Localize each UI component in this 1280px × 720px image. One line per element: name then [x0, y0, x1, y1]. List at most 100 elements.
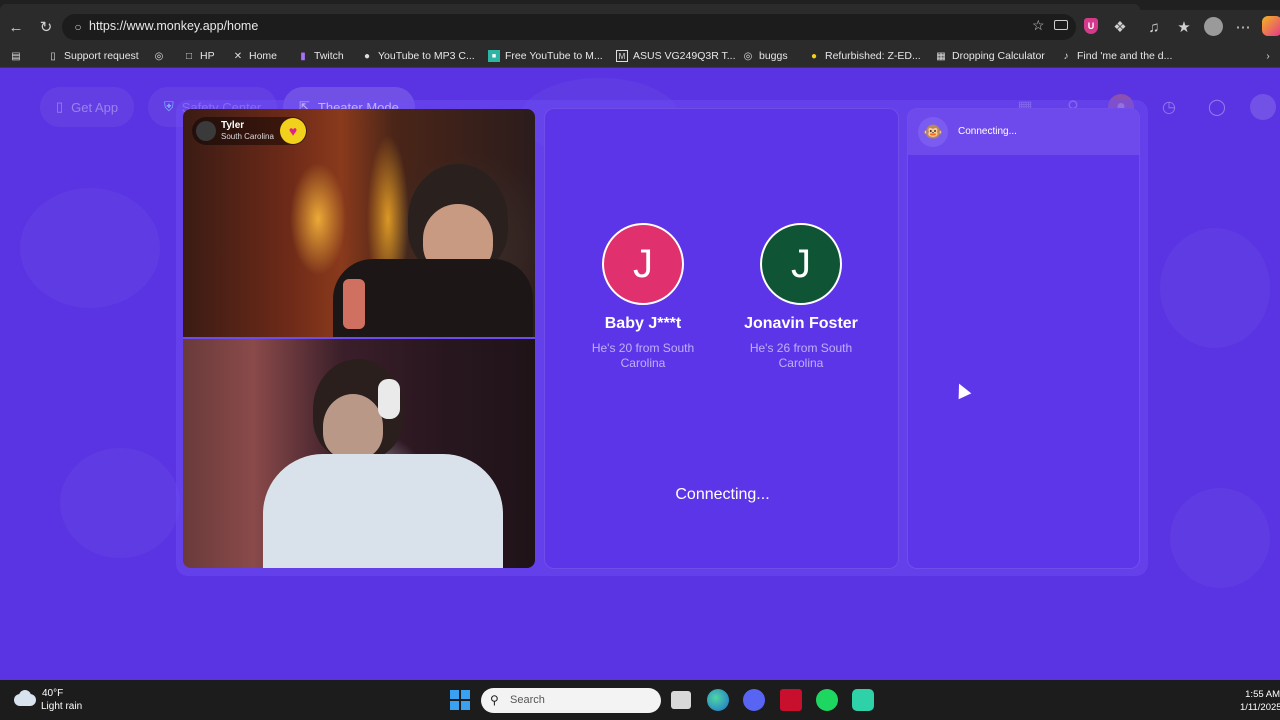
- search-placeholder: Search: [510, 694, 545, 706]
- match-description: He's 26 from South Carolina: [749, 341, 853, 370]
- ticket-icon: ▯: [50, 50, 56, 62]
- favorites-icon[interactable]: ★: [1172, 15, 1196, 39]
- weather-cloud-icon[interactable]: [14, 690, 36, 708]
- more-menu-icon[interactable]: ⋯: [1231, 15, 1255, 39]
- clock-time: 1:55 AM: [1245, 689, 1280, 700]
- bookmark-label: Support request: [64, 50, 139, 62]
- bookmark-label: HP: [200, 50, 215, 62]
- chevron-right-icon: ›: [1266, 50, 1270, 62]
- file-explorer-icon[interactable]: [671, 691, 691, 709]
- history-icon[interactable]: ◷: [1156, 94, 1182, 120]
- bookmark-label: Twitch: [314, 50, 344, 62]
- shield-icon: ⛨: [164, 99, 174, 114]
- remote-user-avatar: [196, 121, 216, 141]
- local-video: [183, 339, 535, 568]
- chat-panel: 🐵 Connecting...: [907, 108, 1140, 569]
- taskbar: 40°F Light rain ⚲ Search 1:55 AM 1/11/20…: [0, 680, 1280, 720]
- match-card[interactable]: J Baby J***t He's 20 from South Carolina: [568, 223, 718, 371]
- bookmark-item[interactable]: ▦ Dropping Calculator: [935, 44, 1045, 68]
- bookmark-item[interactable]: ◎ buggs: [742, 44, 788, 68]
- camera-in-use-icon[interactable]: [1054, 20, 1068, 30]
- twitch-icon: ▮: [300, 50, 306, 62]
- bookmarks-overflow[interactable]: ›: [1262, 44, 1274, 68]
- bookmark-item[interactable]: ▮ Twitch: [297, 44, 344, 68]
- globe-icon: ◎: [743, 50, 753, 62]
- x-icon: ✕: [233, 50, 243, 62]
- match-card[interactable]: J Jonavin Foster He's 26 from South Caro…: [726, 223, 876, 371]
- reading-list-icon: ▤: [11, 50, 21, 62]
- clock-date: 1/11/2025: [1240, 702, 1280, 713]
- copilot-icon[interactable]: [1262, 16, 1280, 36]
- bookmark-item[interactable]: ♪ Find 'me and the d...: [1060, 44, 1173, 68]
- messages-icon[interactable]: ◯: [1204, 94, 1230, 120]
- bookmark-label: YouTube to MP3 C...: [378, 50, 475, 62]
- system-clock[interactable]: 1:55 AM 1/11/2025: [1240, 688, 1280, 714]
- bookmark-label: ASUS VG249Q3R T...: [633, 50, 736, 62]
- heart-icon[interactable]: ♥: [280, 118, 306, 144]
- chat-status: Connecting...: [958, 126, 1017, 137]
- bookmark-label: Refurbished: Z-ED...: [825, 50, 921, 62]
- refresh-icon[interactable]: ↻: [34, 15, 58, 39]
- bookmarks-bar: ▤ ▯ Support request ◎ □ HP ✕ Home ▮ Twitch ●…: [0, 44, 1280, 68]
- profile-avatar[interactable]: [1250, 94, 1276, 120]
- bookmark-label: buggs: [759, 50, 788, 62]
- bookmark-label: Free YouTube to M...: [505, 50, 603, 62]
- remote-lamp: [343, 279, 365, 329]
- url-text[interactable]: https://www.monkey.app/home: [89, 19, 258, 33]
- extension-badge-icon[interactable]: U: [1084, 18, 1098, 34]
- back-arrow-icon[interactable]: ←: [4, 15, 28, 39]
- xbox-game-icon[interactable]: [780, 689, 802, 711]
- bookmark-item[interactable]: M ASUS VG249Q3R T...: [616, 44, 736, 68]
- edge-browser-icon[interactable]: [707, 689, 729, 711]
- site-icon: M: [616, 50, 628, 62]
- address-bar[interactable]: ○ https://www.monkey.app/home ☆: [62, 14, 1076, 40]
- browser-toolbar: ← ↻ ○ https://www.monkey.app/home ☆ U ❖ …: [0, 10, 1280, 44]
- background-blob: [20, 188, 160, 308]
- folder-icon: □: [185, 50, 193, 62]
- bookmark-item[interactable]: ● YouTube to MP3 C...: [361, 44, 475, 68]
- connecting-status: Connecting...: [675, 486, 770, 503]
- site-icon: ■: [488, 50, 500, 62]
- taskbar-search[interactable]: ⚲ Search: [481, 688, 661, 713]
- favorite-star-icon[interactable]: ☆: [1032, 17, 1045, 34]
- headphones: [378, 379, 400, 419]
- calculator-icon: ▦: [936, 50, 946, 62]
- background-blob: [60, 448, 180, 558]
- bookmark-reading-list[interactable]: ▤: [10, 44, 22, 68]
- match-name: Jonavin Foster: [744, 315, 858, 332]
- spotify-icon[interactable]: [816, 689, 838, 711]
- bookmark-item[interactable]: ● Refurbished: Z-ED...: [808, 44, 921, 68]
- site-icon: ●: [810, 50, 818, 62]
- weather-temperature[interactable]: 40°F: [42, 688, 63, 699]
- background-blob: [1170, 488, 1270, 588]
- extensions-icon[interactable]: ❖: [1108, 15, 1132, 39]
- bookmark-item[interactable]: ■ Free YouTube to M...: [488, 44, 603, 68]
- match-name: Baby J***t: [604, 315, 682, 332]
- local-person-body: [263, 454, 503, 568]
- discord-icon[interactable]: [743, 689, 765, 711]
- get-app-label: Get App: [71, 99, 119, 115]
- weather-description[interactable]: Light rain: [41, 701, 82, 712]
- windows-start-icon[interactable]: [450, 690, 470, 710]
- site-info-icon[interactable]: ○: [70, 19, 86, 35]
- media-icon[interactable]: ♫: [1142, 15, 1166, 39]
- phone-icon: ▯: [56, 99, 64, 114]
- bookmark-item[interactable]: ◎: [153, 44, 165, 68]
- bookmark-item[interactable]: □ HP: [183, 44, 215, 68]
- app-icon[interactable]: [852, 689, 874, 711]
- match-description: He's 20 from South Carolina: [591, 341, 695, 370]
- remote-user-location: South Carolina: [221, 132, 274, 141]
- bookmark-label: Dropping Calculator: [952, 50, 1045, 62]
- globe-icon: ◎: [154, 50, 164, 62]
- search-icon: ⚲: [490, 693, 499, 707]
- match-avatar: J: [760, 223, 842, 305]
- tiktok-icon: ♪: [1063, 50, 1069, 62]
- site-icon: ●: [363, 50, 371, 62]
- profile-avatar-icon[interactable]: [1204, 17, 1223, 36]
- local-person-face: [323, 394, 383, 459]
- match-panel: J Baby J***t He's 20 from South Carolina…: [544, 108, 899, 569]
- remote-user-name: Tyler: [221, 120, 245, 131]
- bookmark-item[interactable]: ✕ Home: [232, 44, 277, 68]
- get-app-button[interactable]: ▯ Get App: [40, 87, 135, 127]
- bookmark-item[interactable]: ▯ Support request: [47, 44, 139, 68]
